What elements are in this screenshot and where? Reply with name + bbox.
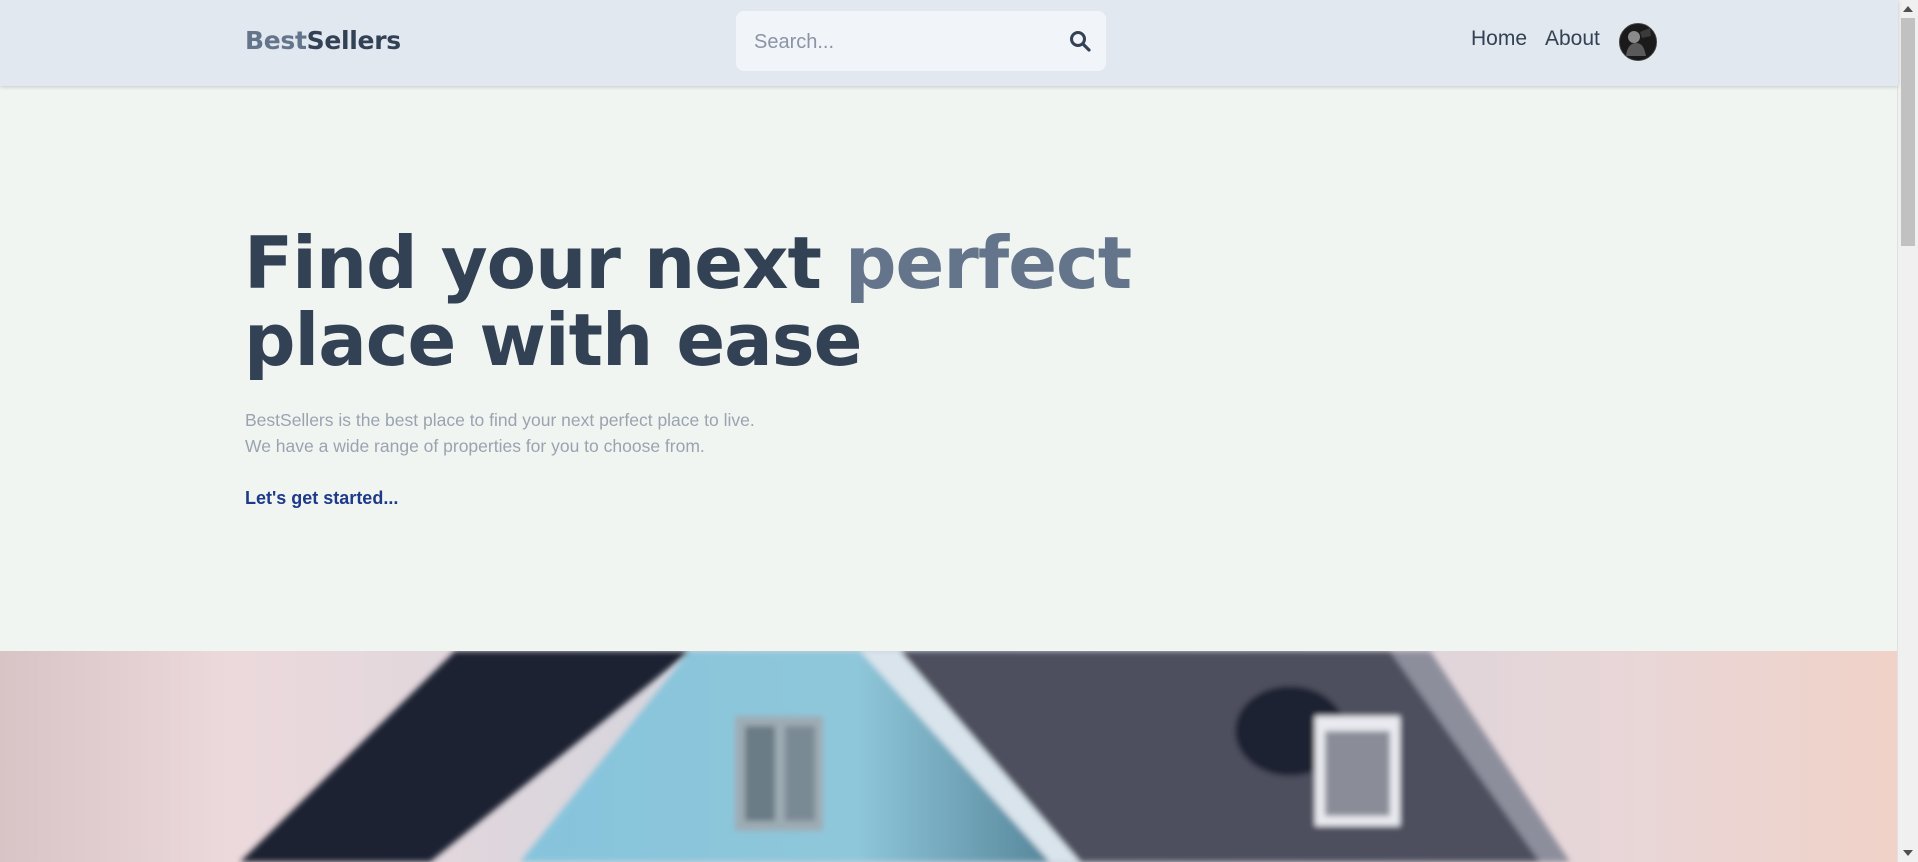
hero-description: BestSellers is the best place to find yo… <box>245 407 865 459</box>
avatar-image <box>1620 24 1656 60</box>
nav-link-about[interactable]: About <box>1545 27 1600 51</box>
nav-link-home[interactable]: Home <box>1471 27 1527 51</box>
hero-title-part2: place with ease <box>244 298 862 382</box>
search-form <box>736 11 1106 73</box>
house-illustration <box>0 651 1898 862</box>
brand-logo[interactable]: BestSellers <box>245 26 401 55</box>
hero-title-part1: Find your next <box>244 221 845 305</box>
scrollbar-thumb[interactable] <box>1901 18 1915 246</box>
top-navbar: BestSellers Home About <box>0 0 1898 86</box>
logo-part-sellers: Sellers <box>306 26 401 55</box>
hero-title-accent: perfect <box>844 221 1132 305</box>
hero-title: Find your next perfect place with ease <box>244 225 1132 382</box>
page: BestSellers Home About Find your next pe… <box>0 0 1918 862</box>
logo-part-best: Best <box>245 26 307 55</box>
get-started-link[interactable]: Let's get started... <box>245 488 398 509</box>
vertical-scrollbar[interactable] <box>1897 0 1918 862</box>
house-banner-image <box>0 651 1898 862</box>
user-avatar[interactable] <box>1619 23 1657 61</box>
scroll-up-arrow-icon[interactable] <box>1903 6 1913 12</box>
search-input[interactable] <box>752 11 1056 73</box>
hero-description-line2: We have a wide range of properties for y… <box>245 436 705 456</box>
search-icon[interactable] <box>1068 29 1092 53</box>
scroll-down-arrow-icon[interactable] <box>1903 850 1913 856</box>
hero-description-line1: BestSellers is the best place to find yo… <box>245 410 755 430</box>
